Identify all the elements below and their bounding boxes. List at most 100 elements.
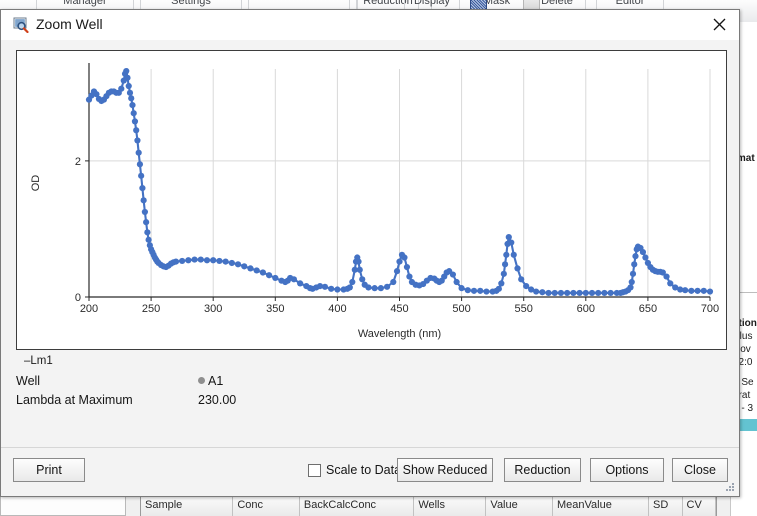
data-point: [210, 257, 217, 264]
data-point: [129, 101, 136, 109]
options-button[interactable]: Options: [590, 458, 664, 482]
data-point: [359, 276, 366, 283]
data-point: [588, 289, 596, 297]
data-point: [667, 280, 674, 287]
data-point: [632, 253, 639, 260]
data-point: [505, 234, 512, 241]
data-point: [545, 289, 552, 297]
background-grid-header: Sample Conc BackCalcConc Wells Value MeanValu…: [141, 496, 716, 516]
grid-column-header[interactable]: Value: [486, 496, 554, 516]
data-point: [321, 283, 329, 290]
data-point: [557, 289, 565, 297]
data-point: [628, 278, 635, 286]
dialog-title: Zoom Well: [36, 16, 103, 32]
data-point: [508, 239, 515, 246]
x-tick-label: 250: [142, 303, 160, 315]
data-point: [259, 269, 266, 276]
x-tick-label: 550: [515, 303, 533, 315]
ribbon-group-label: Editor: [615, 0, 645, 7]
data-point: [143, 219, 150, 226]
data-point: [128, 95, 135, 102]
data-point: [629, 270, 637, 277]
data-point: [390, 278, 397, 286]
data-point: [396, 258, 403, 265]
background-results-grid[interactable]: Sample Conc BackCalcConc Wells Value MeanValu…: [140, 495, 717, 516]
data-point: [663, 273, 670, 280]
data-point: [144, 229, 151, 236]
info-row: Well A1: [16, 374, 616, 391]
close-button[interactable]: [699, 10, 739, 39]
dialog-titlebar[interactable]: Zoom Well: [1, 10, 739, 40]
x-tick-label: 450: [390, 303, 408, 315]
data-point: [453, 278, 460, 286]
data-point: [514, 265, 521, 272]
data-point: [131, 118, 139, 125]
grip-dot: [732, 486, 734, 488]
grid-column-header[interactable]: CV: [683, 496, 716, 516]
show-reduced-button[interactable]: Show Reduced: [397, 458, 493, 482]
data-point: [464, 287, 471, 294]
grid-column-header[interactable]: Wells: [414, 496, 487, 516]
data-point: [595, 289, 602, 297]
zoom-well-icon: [13, 17, 29, 34]
resize-grip[interactable]: [726, 483, 736, 493]
data-point: [234, 261, 242, 268]
info-row-label: Lambda at Maximum: [16, 393, 133, 407]
data-point: [639, 248, 647, 256]
data-point: [145, 236, 152, 243]
data-point: [501, 261, 509, 268]
data-point: [406, 273, 413, 280]
legend-series-label: –Lm1: [24, 355, 53, 367]
data-point: [265, 272, 273, 279]
data-point: [601, 289, 608, 297]
grid-column-header[interactable]: MeanValue: [553, 496, 650, 516]
data-point: [228, 259, 235, 267]
close-dialog-button[interactable]: Close: [672, 458, 728, 482]
reduction-button[interactable]: Reduction: [504, 458, 581, 482]
data-point: [130, 110, 137, 117]
grid-column-header[interactable]: BackCalcConc: [300, 496, 415, 516]
info-row-value: 230.00: [198, 393, 237, 407]
grip-dot: [732, 489, 734, 491]
data-point: [403, 263, 411, 271]
info-row: Lambda at Maximum 230.00: [16, 393, 616, 410]
data-point: [393, 268, 401, 275]
data-point: [216, 257, 223, 265]
grid-column-header[interactable]: SD: [649, 496, 683, 516]
data-point: [495, 285, 502, 292]
y-tick-label: 0: [75, 292, 81, 304]
print-button[interactable]: Print: [13, 458, 85, 482]
data-point: [694, 287, 701, 294]
data-point: [334, 286, 341, 293]
ribbon-group-label: Delete: [541, 0, 573, 7]
x-tick-label: 300: [204, 303, 222, 315]
data-point: [510, 251, 517, 258]
data-point: [297, 280, 304, 287]
ribbon-group-label: Display: [413, 0, 451, 7]
scale-to-data-checkbox-box[interactable]: [308, 463, 321, 477]
data-point: [133, 127, 140, 134]
grid-column-header[interactable]: Conc: [233, 496, 300, 516]
data-point: [564, 289, 571, 297]
data-point: [498, 280, 505, 287]
info-row-value: A1: [198, 374, 223, 388]
ribbon-group-label: Manager: [63, 0, 107, 7]
spectrum-plot[interactable]: 200 250 300 350 400 450 500 550 600 650 700 0 2 Wavel…: [16, 50, 727, 350]
data-point: [355, 258, 362, 265]
grid-column-header[interactable]: Sample: [141, 496, 234, 516]
close-icon: [713, 18, 725, 31]
data-point: [141, 208, 148, 216]
data-point: [135, 149, 142, 156]
data-point: [449, 271, 457, 278]
data-point: [401, 254, 408, 261]
data-point: [483, 288, 490, 295]
data-point: [126, 89, 134, 96]
ribbon-group-label: Mask: [483, 0, 511, 7]
data-point: [383, 283, 391, 290]
data-point: [356, 266, 363, 273]
data-point: [470, 287, 478, 294]
x-tick-label: 650: [639, 303, 657, 315]
x-axis-title: Wavelength (nm): [358, 328, 441, 340]
series-color-dot: [198, 377, 205, 384]
scale-to-data-checkbox[interactable]: Scale to Data: [308, 460, 401, 480]
